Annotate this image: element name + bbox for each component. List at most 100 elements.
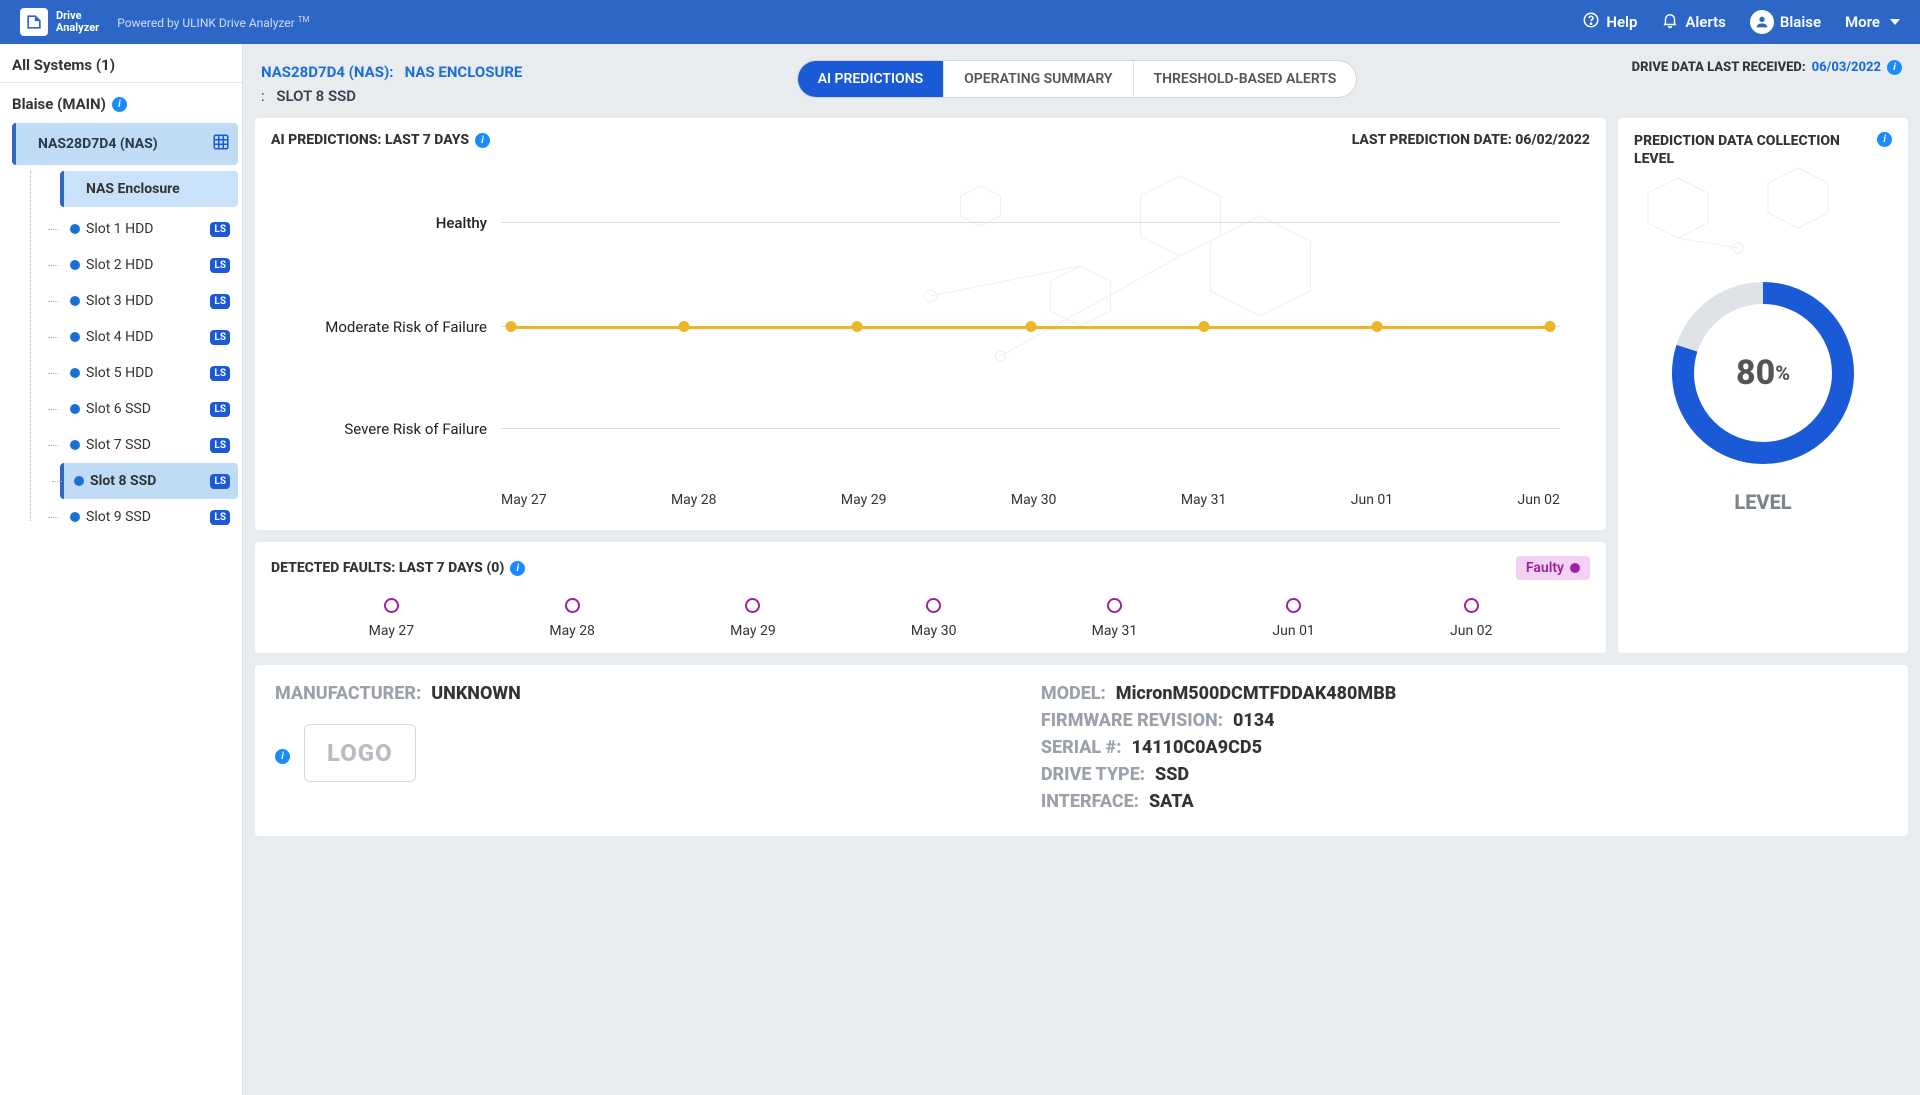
sidebar-user-node[interactable]: Blaise (MAIN) i: [0, 83, 242, 121]
powered-by: Powered by ULINK Drive Analyzer TM: [117, 15, 309, 30]
sidebar-nas-node[interactable]: NAS28D7D4 (NAS): [12, 123, 238, 165]
sidebar-slot-item[interactable]: Slot 3 HDD LS: [60, 283, 238, 319]
level-title: PREDICTION DATA COLLECTION LEVEL: [1634, 132, 1877, 168]
manufacturer-label: MANUFACTURER:: [275, 683, 421, 704]
x-tick: May 27: [501, 492, 547, 508]
breadcrumb-nas[interactable]: NAS28D7D4 (NAS):: [261, 63, 393, 81]
x-tick: May 30: [1011, 492, 1057, 508]
tab-threshold-alerts[interactable]: THRESHOLD-BASED ALERTS: [1134, 61, 1357, 97]
collection-level-card: PREDICTION DATA COLLECTION LEVEL i: [1618, 118, 1908, 653]
y-severe: Severe Risk of Failure: [277, 420, 487, 438]
sidebar-slot-item[interactable]: Slot 4 HDD LS: [60, 319, 238, 355]
help-icon: [1582, 11, 1600, 33]
slot-label: Slot 2 HDD: [86, 257, 153, 273]
status-dot-icon: [74, 476, 84, 486]
user-menu[interactable]: Blaise: [1750, 10, 1821, 34]
fault-day: May 27: [369, 598, 415, 639]
status-dot-icon: [70, 260, 80, 270]
data-point: [1025, 321, 1036, 332]
donut-gauge: 80%: [1668, 278, 1858, 468]
fault-marker-icon: [745, 598, 760, 613]
brand-line2: Analyzer: [56, 22, 99, 34]
x-tick: May 29: [841, 492, 887, 508]
ls-badge: LS: [210, 330, 230, 345]
status-dot-icon: [70, 512, 80, 522]
donut-value: 80: [1736, 353, 1775, 393]
model-value: MicronM500DCMTFDDAK480MBB: [1116, 683, 1397, 704]
tab-bar: AI PREDICTIONS OPERATING SUMMARY THRESHO…: [797, 60, 1358, 98]
purple-dot-icon: [1570, 563, 1580, 573]
x-tick: Jun 02: [1518, 492, 1560, 508]
fault-day: Jun 02: [1450, 598, 1492, 639]
ls-badge: LS: [210, 474, 230, 489]
fault-marker-icon: [384, 598, 399, 613]
drive-info-card: MANUFACTURER: UNKNOWN i LOGO MODEL:Micro…: [255, 665, 1908, 836]
slot-label: Slot 1 HDD: [86, 221, 153, 237]
x-tick: Jun 01: [1351, 492, 1393, 508]
more-menu[interactable]: More: [1845, 13, 1900, 31]
breadcrumb-current: SLOT 8 SSD: [268, 87, 356, 105]
breadcrumb-enclosure[interactable]: NAS ENCLOSURE: [405, 63, 523, 81]
sidebar-slot-item[interactable]: Slot 5 HDDLS: [60, 355, 238, 391]
fault-day: May 29: [730, 598, 776, 639]
brand[interactable]: Drive Analyzer: [20, 8, 99, 36]
info-icon[interactable]: i: [1887, 60, 1902, 75]
faulty-legend: Faulty: [1516, 556, 1590, 580]
data-point: [852, 321, 863, 332]
chevron-down-icon: [1890, 19, 1900, 25]
status-dot-icon: [70, 368, 80, 378]
status-dot-icon: [70, 296, 80, 306]
data-point: [506, 321, 517, 332]
alerts-link[interactable]: Alerts: [1661, 11, 1726, 33]
info-icon[interactable]: i: [475, 133, 490, 148]
slot-label: Slot 6 SSD: [86, 401, 151, 417]
serial-value: 14110C0A9CD5: [1131, 737, 1261, 758]
data-point: [1545, 321, 1556, 332]
fault-marker-icon: [565, 598, 580, 613]
ls-badge: LS: [210, 402, 230, 417]
sidebar-slot-item[interactable]: Slot 6 SSD LS: [60, 391, 238, 427]
sidebar-slot-item[interactable]: Slot 7 SSDLS: [60, 427, 238, 463]
help-link[interactable]: Help: [1582, 11, 1637, 33]
brand-icon: [20, 8, 48, 36]
fault-date: May 31: [1092, 623, 1138, 639]
slot-label: Slot 3 HDD: [86, 293, 153, 309]
iface-value: SATA: [1149, 791, 1194, 812]
data-point: [1371, 321, 1382, 332]
type-value: SSD: [1155, 764, 1189, 785]
tab-operating-summary[interactable]: OPERATING SUMMARY: [944, 61, 1133, 97]
faults-chart: May 27May 28May 29May 30May 31Jun 01Jun …: [271, 598, 1590, 639]
ls-badge: LS: [210, 294, 230, 309]
fault-date: Jun 02: [1450, 623, 1492, 639]
grid-icon[interactable]: [212, 133, 230, 155]
slot-label: Slot 4 HDD: [86, 329, 153, 345]
bell-icon: [1661, 11, 1679, 33]
sidebar-slot-item[interactable]: Slot 8 SSDLS: [60, 463, 238, 499]
tab-ai-predictions[interactable]: AI PREDICTIONS: [798, 61, 944, 97]
fault-date: May 29: [730, 623, 776, 639]
sidebar-slot-item[interactable]: Slot 1 HDDLS: [60, 211, 238, 247]
fault-date: May 30: [911, 623, 957, 639]
slot-label: Slot 7 SSD: [86, 437, 151, 453]
sidebar-slot-item[interactable]: Slot 9 SSDLS: [60, 499, 238, 535]
slot-label: Slot 9 SSD: [86, 509, 151, 525]
y-moderate: Moderate Risk of Failure: [277, 318, 487, 336]
info-icon[interactable]: i: [510, 561, 525, 576]
info-icon[interactable]: i: [275, 749, 290, 764]
fault-date: Jun 01: [1272, 623, 1314, 639]
faults-title: DETECTED FAULTS: LAST 7 DAYS (0): [271, 560, 504, 576]
level-label: LEVEL: [1734, 490, 1791, 514]
sidebar-slot-item[interactable]: Slot 2 HDDLS: [60, 247, 238, 283]
main-content: NAS28D7D4 (NAS): NAS ENCLOSURE : SLOT 8 …: [243, 44, 1920, 1095]
sidebar-all-systems[interactable]: All Systems (1): [0, 44, 242, 83]
sidebar-enclosure-node[interactable]: NAS Enclosure: [60, 171, 238, 207]
data-point: [679, 321, 690, 332]
info-icon[interactable]: i: [112, 97, 127, 112]
fault-marker-icon: [1464, 598, 1479, 613]
breadcrumb: NAS28D7D4 (NAS): NAS ENCLOSURE : SLOT 8 …: [261, 60, 522, 108]
decorative-hex-bg: [271, 156, 1590, 516]
faults-card: DETECTED FAULTS: LAST 7 DAYS (0) i Fault…: [255, 542, 1606, 653]
y-healthy: Healthy: [277, 214, 487, 232]
info-icon[interactable]: i: [1877, 132, 1892, 147]
app-header: Drive Analyzer Powered by ULINK Drive An…: [0, 0, 1920, 44]
